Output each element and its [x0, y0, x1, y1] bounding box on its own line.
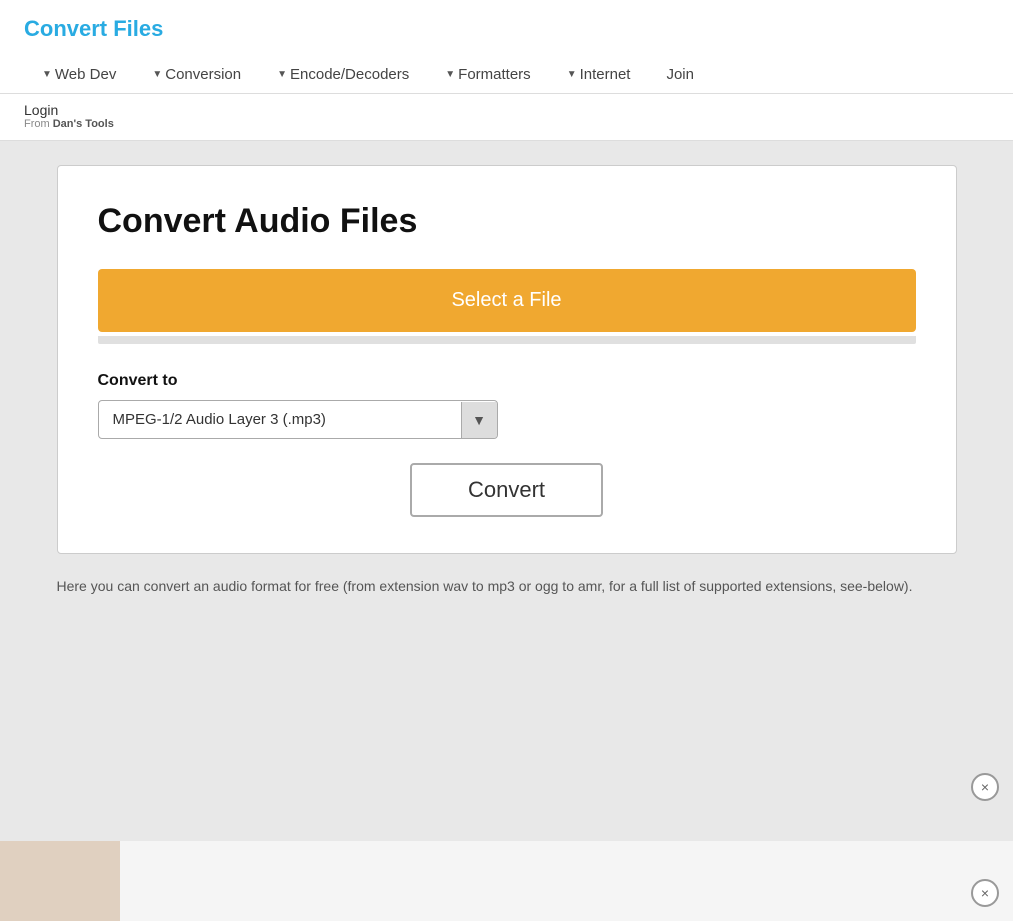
convert-to-section: Convert to MPEG-1/2 Audio Layer 3 (.mp3)…: [98, 372, 916, 439]
close-button-1[interactable]: ×: [971, 773, 999, 801]
login-label[interactable]: Login: [24, 102, 989, 118]
select-file-button[interactable]: Select a File: [98, 269, 916, 332]
format-select-arrow-icon: ▼: [461, 402, 497, 438]
nav-label-encoders: Encode/Decoders: [290, 66, 409, 83]
nav-arrow-formatters: ▼: [445, 69, 455, 80]
card-title: Convert Audio Files: [98, 202, 916, 241]
nav-label-conversion: Conversion: [165, 66, 241, 83]
nav-arrow-webdev: ▼: [42, 69, 52, 80]
nav-item-formatters[interactable]: ▼ Formatters: [427, 56, 548, 93]
nav-item-conversion[interactable]: ▼ Conversion: [134, 56, 259, 93]
nav-item-webdev[interactable]: ▼ Web Dev: [24, 56, 134, 93]
nav-arrow-internet: ▼: [567, 69, 577, 80]
main-nav: ▼ Web Dev ▼ Conversion ▼ Encode/Decoders…: [24, 56, 989, 93]
close-icon-2: ×: [981, 885, 989, 901]
convert-btn-wrapper: Convert: [98, 463, 916, 517]
nav-arrow-conversion: ▼: [152, 69, 162, 80]
convert-button[interactable]: Convert: [410, 463, 603, 517]
header: Convert Files ▼ Web Dev ▼ Conversion ▼ E…: [0, 0, 1013, 94]
login-bar: Login From Dan's Tools: [0, 94, 1013, 141]
nav-label-webdev: Web Dev: [55, 66, 116, 83]
file-input-bar: [98, 336, 916, 344]
close-icon-1: ×: [981, 779, 989, 795]
main-content: Convert Audio Files Select a File Conver…: [0, 141, 1013, 841]
login-sub: From Dan's Tools: [24, 118, 989, 130]
nav-label-internet: Internet: [580, 66, 631, 83]
bottom-ad-area: [0, 841, 120, 921]
login-sub-prefix: From: [24, 118, 53, 130]
convert-to-label: Convert to: [98, 372, 916, 390]
format-select-wrapper: MPEG-1/2 Audio Layer 3 (.mp3) Waveform A…: [98, 400, 498, 439]
login-brand: Dan's Tools: [53, 118, 114, 130]
nav-item-join[interactable]: Join: [648, 56, 712, 93]
nav-item-internet[interactable]: ▼ Internet: [549, 56, 649, 93]
nav-item-encoders[interactable]: ▼ Encode/Decoders: [259, 56, 427, 93]
site-title[interactable]: Convert Files: [24, 16, 163, 42]
nav-arrow-encoders: ▼: [277, 69, 287, 80]
converter-card: Convert Audio Files Select a File Conver…: [57, 165, 957, 554]
format-select[interactable]: MPEG-1/2 Audio Layer 3 (.mp3) Waveform A…: [99, 401, 461, 438]
description-text: Here you can convert an audio format for…: [57, 578, 957, 594]
close-button-2[interactable]: ×: [971, 879, 999, 907]
nav-label-join: Join: [666, 66, 694, 83]
nav-label-formatters: Formatters: [458, 66, 531, 83]
